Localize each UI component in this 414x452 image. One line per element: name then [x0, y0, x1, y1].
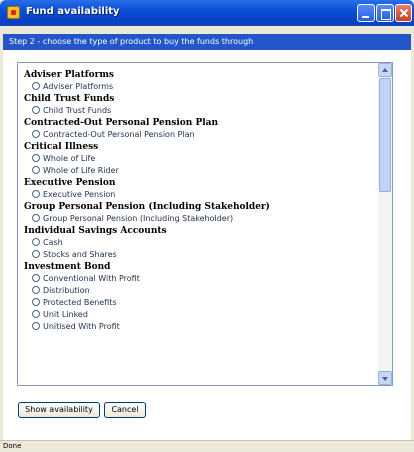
option-label: Conventional With Profit — [43, 274, 140, 283]
radio-icon[interactable] — [32, 298, 40, 306]
radio-icon[interactable] — [32, 310, 40, 318]
scroll-up-icon[interactable] — [378, 63, 392, 77]
option-label: Whole of Life — [43, 154, 96, 163]
option-label: Unit Linked — [43, 310, 88, 319]
window-title: Fund availability — [26, 6, 120, 17]
option-label: Protected Benefits — [43, 298, 117, 307]
option-executive-pension[interactable]: Executive Pension — [24, 189, 380, 201]
cancel-button[interactable]: Cancel — [104, 402, 146, 418]
option-label: Unitised With Profit — [43, 322, 120, 331]
option-label: Group Personal Pension (Including Stakeh… — [43, 214, 234, 223]
close-icon[interactable] — [395, 4, 412, 22]
maximize-icon[interactable] — [376, 4, 394, 22]
vertical-scrollbar[interactable] — [378, 63, 392, 385]
option-conventional-with-profit[interactable]: Conventional With Profit — [24, 273, 380, 285]
radio-icon[interactable] — [32, 250, 40, 258]
radio-icon[interactable] — [32, 274, 40, 282]
group-heading-group-personal-pension: Group Personal Pension (Including Stakeh… — [24, 202, 270, 212]
option-cash[interactable]: Cash — [24, 237, 380, 249]
option-contracted-out-pension[interactable]: Contracted-Out Personal Pension Plan — [24, 129, 380, 141]
group-heading-child-trust-funds: Child Trust Funds — [24, 94, 115, 104]
radio-icon[interactable] — [32, 130, 40, 138]
radio-icon[interactable] — [32, 154, 40, 162]
group-heading-adviser-platforms: Adviser Platforms — [24, 70, 114, 80]
scroll-down-icon[interactable] — [378, 371, 392, 385]
option-label: Executive Pension — [43, 190, 116, 199]
group-heading-contracted-out-pension: Contracted-Out Personal Pension Plan — [24, 118, 219, 128]
option-adviser-platforms[interactable]: Adviser Platforms — [24, 81, 380, 93]
group-heading-critical-illness: Critical Illness — [24, 142, 99, 152]
option-label: Cash — [43, 238, 63, 247]
radio-icon[interactable] — [32, 286, 40, 294]
option-label: Whole of Life Rider — [43, 166, 119, 175]
group-heading-isa: Individual Savings Accounts — [24, 226, 167, 236]
option-label: Child Trust Funds — [43, 106, 112, 115]
radio-icon[interactable] — [32, 322, 40, 330]
option-whole-of-life[interactable]: Whole of Life — [24, 153, 380, 165]
radio-icon[interactable] — [32, 106, 40, 114]
minimize-icon[interactable] — [357, 4, 375, 22]
option-label: Adviser Platforms — [43, 82, 114, 91]
option-label: Contracted-Out Personal Pension Plan — [43, 130, 195, 139]
title-bar[interactable]: Fund availability — [0, 0, 414, 26]
radio-icon[interactable] — [32, 166, 40, 174]
scrollbar-thumb[interactable] — [379, 78, 391, 192]
option-unit-linked[interactable]: Unit Linked — [24, 309, 380, 321]
status-bar: Done — [0, 440, 414, 452]
group-heading-executive-pension: Executive Pension — [24, 178, 116, 188]
option-whole-of-life-rider[interactable]: Whole of Life Rider — [24, 165, 380, 177]
option-group-personal-pension[interactable]: Group Personal Pension (Including Stakeh… — [24, 213, 380, 225]
option-label: Distribution — [43, 286, 90, 295]
option-label: Stocks and Shares — [43, 250, 117, 259]
fund-availability-window: Fund availability Step 2 - choose the ty… — [0, 0, 414, 452]
product-type-list-items: Adviser Platforms Adviser Platforms Chil… — [24, 69, 380, 333]
option-stocks-and-shares[interactable]: Stocks and Shares — [24, 249, 380, 261]
option-distribution[interactable]: Distribution — [24, 285, 380, 297]
show-availability-button[interactable]: Show availability — [18, 402, 100, 418]
option-unitised-with-profit[interactable]: Unitised With Profit — [24, 321, 380, 333]
group-heading-investment-bond: Investment Bond — [24, 262, 111, 272]
radio-icon[interactable] — [32, 190, 40, 198]
radio-icon[interactable] — [32, 238, 40, 246]
step-instruction: Step 2 - choose the type of product to b… — [3, 34, 411, 50]
option-child-trust-funds[interactable]: Child Trust Funds — [24, 105, 380, 117]
fund-app-icon — [7, 6, 20, 19]
radio-icon[interactable] — [32, 214, 40, 222]
radio-icon[interactable] — [32, 82, 40, 90]
option-protected-benefits[interactable]: Protected Benefits — [24, 297, 380, 309]
product-type-list[interactable]: Adviser Platforms Adviser Platforms Chil… — [17, 62, 393, 386]
